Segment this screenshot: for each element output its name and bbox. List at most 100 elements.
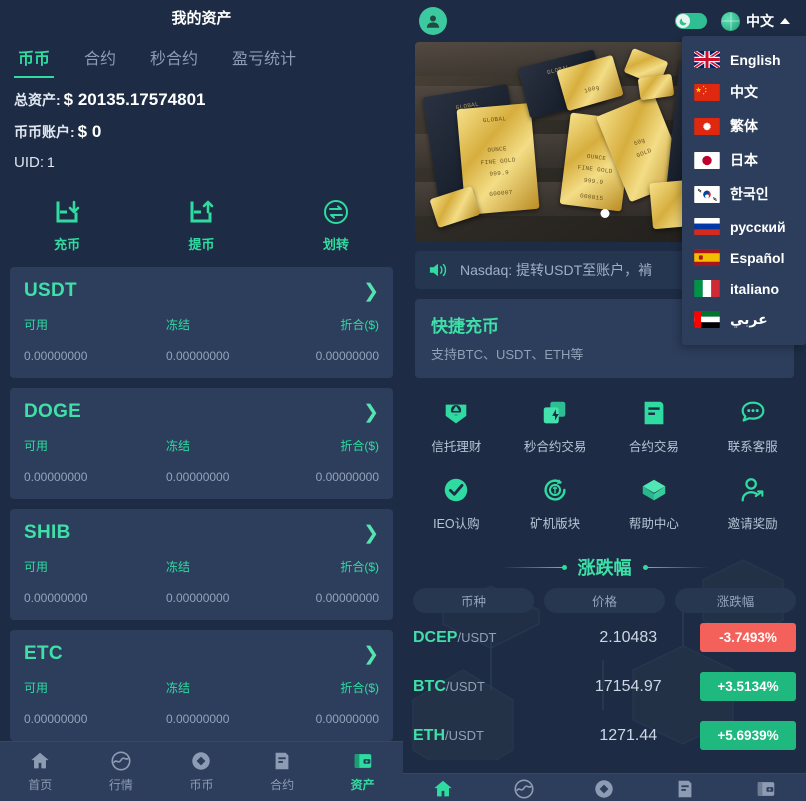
coin-card-doge[interactable]: DOGE ❯ 可用 冻结 折合($) 0.00000000 0.00000000… <box>10 388 393 499</box>
lang-option-spanish[interactable]: Español <box>682 242 806 273</box>
lang-option-italian[interactable]: italiano <box>682 273 806 304</box>
transfer-icon <box>269 197 403 227</box>
transfer-label: 划转 <box>322 237 349 252</box>
val-frozen: 0.00000000 <box>166 470 230 484</box>
help-cube-icon <box>605 473 704 507</box>
val-converted: 0.00000000 <box>315 349 379 363</box>
moon-icon <box>676 14 690 28</box>
val-frozen: 0.00000000 <box>166 591 230 605</box>
market-row-dcep[interactable]: DCEP/USDT 2.10483 -3.7493% <box>413 613 796 662</box>
lang-option-korean[interactable]: 한국인 <box>682 177 806 211</box>
withdraw-icon <box>134 197 268 227</box>
market-col-price[interactable]: 价格 <box>544 588 665 613</box>
lang-option-english[interactable]: English <box>682 44 806 75</box>
total-assets-value: $ 20135.17574801 <box>63 90 206 109</box>
flag-jp-icon <box>694 151 720 169</box>
coin-icon <box>595 780 614 798</box>
coin-column-headers: 可用 冻结 折合($) <box>24 437 379 454</box>
nav-item-assets[interactable] <box>725 774 806 800</box>
transfer-action[interactable]: 划转 <box>269 197 403 253</box>
lang-option-russian[interactable]: русский <box>682 211 806 242</box>
ticker-text: Nasdaq: 提转USDT至账户，褃 <box>460 262 653 278</box>
chevron-right-icon[interactable]: ❯ <box>363 403 379 422</box>
theme-toggle[interactable] <box>675 13 707 29</box>
lang-label: 中文 <box>730 84 758 100</box>
market-row-btc[interactable]: BTC/USDT 17154.97 +3.5134% <box>413 662 796 711</box>
flag-ru-icon <box>694 218 720 235</box>
col-available: 可用 <box>24 681 49 695</box>
withdraw-action[interactable]: 提币 <box>134 197 268 253</box>
nav-item-home[interactable] <box>403 774 484 800</box>
lang-option-japanese[interactable]: 日本 <box>682 143 806 177</box>
market-row-eth[interactable]: ETH/USDT 1271.44 +5.6939% <box>413 711 796 760</box>
lang-option-chinese[interactable]: 中文 <box>682 75 806 109</box>
coin-card-usdt[interactable]: USDT ❯ 可用 冻结 折合($) 0.00000000 0.00000000… <box>10 267 393 378</box>
chevron-right-icon[interactable]: ❯ <box>363 524 379 543</box>
nav-item-home[interactable]: 首页 <box>0 750 81 793</box>
coin-card-etc[interactable]: ETC ❯ 可用 冻结 折合($) 0.00000000 0.00000000 … <box>10 630 393 741</box>
nav-item-spot[interactable]: 币币 <box>161 750 242 793</box>
market-section: 涨跌幅 币种 价格 涨跌幅 DCEP/USDT 2.10483 -3.7493%… <box>403 550 806 760</box>
feature-help-center[interactable]: 帮助中心 <box>605 467 704 540</box>
feature-trust-finance[interactable]: 信托理财 <box>407 390 506 463</box>
speaker-icon <box>429 263 447 277</box>
lang-option-arabic[interactable]: عربي <box>682 304 806 335</box>
val-frozen: 0.00000000 <box>166 349 230 363</box>
feature-label: IEO认购 <box>433 517 480 531</box>
market-symbol: DCEP/USDT <box>413 629 557 647</box>
caret-up-icon <box>780 18 790 24</box>
language-selector[interactable]: 中文 <box>721 11 790 31</box>
contract-icon <box>678 780 692 798</box>
nav-item-spot[interactable] <box>564 774 645 800</box>
language-current-label: 中文 <box>746 13 774 29</box>
market-symbol-quote: /USDT <box>445 678 485 694</box>
lang-option-traditional[interactable]: 繁体 <box>682 109 806 143</box>
invite-reward-icon <box>703 473 802 507</box>
quick-recharge-subtitle: 支持BTC、USDT、ETH等 <box>431 347 584 362</box>
trust-finance-icon <box>407 396 506 430</box>
feature-ieo[interactable]: IEO认购 <box>407 467 506 540</box>
feature-invite-reward[interactable]: 邀请奖励 <box>703 467 802 540</box>
val-available: 0.00000000 <box>24 591 88 605</box>
feature-second-contract[interactable]: 秒合约交易 <box>506 390 605 463</box>
val-frozen: 0.00000000 <box>166 712 230 726</box>
deposit-label: 充币 <box>54 237 81 252</box>
feature-customer-service[interactable]: 联系客服 <box>703 390 802 463</box>
nav-item-assets[interactable]: 资产 <box>322 750 403 793</box>
coin-card-shib[interactable]: SHIB ❯ 可用 冻结 折合($) 0.00000000 0.00000000… <box>10 509 393 620</box>
nav-label: 资产 <box>350 778 375 792</box>
nav-item-market[interactable] <box>484 774 565 800</box>
chevron-right-icon[interactable]: ❯ <box>363 282 379 301</box>
tab-bibi[interactable]: 币币 <box>13 41 55 78</box>
lang-label: 한국인 <box>730 186 769 202</box>
tab-pnl-stats[interactable]: 盈亏统计 <box>232 41 296 78</box>
user-avatar-icon[interactable] <box>419 7 447 35</box>
market-price: 17154.97 <box>594 677 662 695</box>
nav-item-market[interactable]: 行情 <box>81 750 162 793</box>
market-price: 1271.44 <box>599 726 658 744</box>
coin-name: SHIB <box>24 522 71 543</box>
feature-label: 矿机版块 <box>530 517 581 531</box>
asset-tabs: 币币 合约 秒合约 盈亏统计 <box>0 38 403 80</box>
deposit-action[interactable]: 充币 <box>0 197 134 253</box>
nav-item-contract[interactable]: 合约 <box>242 750 323 793</box>
banner-indicator-dot[interactable] <box>600 209 609 218</box>
market-col-change[interactable]: 涨跌幅 <box>675 588 796 613</box>
market-symbol: ETH/USDT <box>413 727 557 745</box>
market-price: 2.10483 <box>599 628 658 646</box>
feature-mining[interactable]: 矿机版块 <box>506 467 605 540</box>
feature-contract-trade[interactable]: 合约交易 <box>605 390 704 463</box>
val-available: 0.00000000 <box>24 712 88 726</box>
tab-second-contract[interactable]: 秒合约 <box>150 41 198 78</box>
uid-row: UID: 1 <box>14 154 389 171</box>
tab-contract[interactable]: 合约 <box>84 41 116 78</box>
chevron-right-icon[interactable]: ❯ <box>363 645 379 664</box>
coin-column-headers: 可用 冻结 折合($) <box>24 679 379 696</box>
spot-account-label: 币币账户: <box>14 124 75 140</box>
nav-item-contract[interactable] <box>645 774 726 800</box>
market-column-headers: 币种 价格 涨跌幅 <box>413 588 796 613</box>
language-dropdown-menu: English 中文 繁体 日本 한국인 русский Español ita… <box>682 36 806 345</box>
header-controls: 中文 <box>675 11 790 31</box>
market-col-symbol[interactable]: 币种 <box>413 588 534 613</box>
contract-icon <box>275 752 289 770</box>
